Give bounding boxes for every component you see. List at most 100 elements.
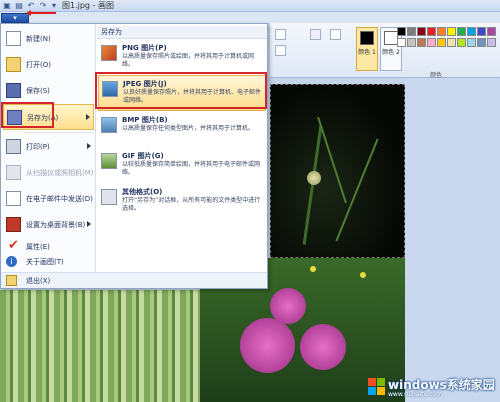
menu-item-label: 退出(X) [26,277,51,285]
orchid-photo [270,84,405,258]
shape-outline-icon[interactable] [275,29,286,40]
menu-separator [23,132,93,133]
palette-swatch[interactable] [397,38,406,47]
format-description: 打开“另存为”对话框，从所有可能的文件类型中进行选择。 [122,197,261,212]
menu-item-label: 属性(E) [26,243,50,251]
desktop-icon [6,217,21,232]
format-description: 以高质量保存任何类型图片，并将其用于计算机。 [122,125,255,132]
png-file-icon [101,45,117,61]
save-as-bmp[interactable]: BMP 图片(B) 以高质量保存任何类型图片，并将其用于计算机。 [98,112,266,148]
palette-swatch[interactable] [427,38,436,47]
paint-app-menu: 新建(N) 打开(O) 保存(S) 另存为(A) 打印(P) 从扫描仪或照相机(… [0,23,268,289]
palette-swatch[interactable] [437,38,446,47]
paint-menu-button[interactable]: ▾ [1,13,29,23]
menu-item-save[interactable]: 保存(S) [3,78,94,104]
menu-item-label: 新建(N) [26,35,51,43]
gif-file-icon [101,153,117,169]
palette-swatch[interactable] [467,27,476,36]
format-description: 以高质量保存照片或绘图，并将其用于计算机或网络。 [122,53,255,68]
purple-flower [270,288,306,324]
format-name: PNG 图片(P) [122,44,167,52]
color1-button[interactable]: 颜色 1 [356,27,378,71]
menu-item-new[interactable]: 新建(N) [3,26,94,52]
menu-item-open[interactable]: 打开(O) [3,52,94,78]
submenu-arrow-icon [87,221,91,227]
palette-swatch[interactable] [447,38,456,47]
palette-swatch[interactable] [417,38,426,47]
shape-fill-icon[interactable] [275,45,286,56]
checkmark-icon: ✔ [8,238,19,253]
menu-item-label: 设置为桌面背景(B) [26,221,86,229]
palette-swatch[interactable] [457,27,466,36]
color1-swatch [360,31,374,45]
menu-item-label: 打印(P) [26,143,50,151]
annotation-arrow-head [26,10,31,16]
palette-swatch[interactable] [457,38,466,47]
bmp-file-icon [101,117,117,133]
menu-item-email[interactable]: 在电子邮件中发送(D) [3,186,94,212]
palette-swatch[interactable] [437,27,446,36]
menu-commands: 新建(N) 打开(O) 保存(S) 另存为(A) 打印(P) 从扫描仪或照相机(… [1,24,96,272]
exit-icon [6,275,17,286]
palette-swatch[interactable] [477,27,486,36]
menu-item-label: 在电子邮件中发送(D) [26,195,93,203]
orchid-leaf [317,116,347,204]
color1-label: 颜色 1 [358,49,376,56]
scanner-icon [6,165,21,180]
palette-swatch[interactable] [407,38,416,47]
ribbon-tab-strip: ▾ [0,12,500,23]
watermark: windows系统家园 www.ruihaitu.com [368,374,500,402]
menu-item-print[interactable]: 打印(P) [3,134,94,160]
save-as-submenu-header: 另存为 [97,26,267,39]
save-as-png[interactable]: PNG 图片(P) 以高质量保存照片或绘图，并将其用于计算机或网络。 [98,40,266,76]
redo-icon[interactable]: ↷ [38,1,48,10]
canvas-margin [405,78,500,402]
purple-flower [240,318,295,373]
menu-item-exit[interactable]: 退出(X) [3,274,94,288]
yellow-flower [310,266,316,272]
save-disk-icon [6,83,21,98]
menu-item-label: 保存(S) [26,87,50,95]
title-bar: ▣ ▤ ↶ ↷ ▾ 图1.jpg - 画图 [0,0,500,12]
palette-swatch[interactable] [397,27,406,36]
open-folder-icon [6,57,21,72]
yellow-flower [360,272,366,278]
palette-swatch[interactable] [487,38,496,47]
format-description: 以较低质量保存简单绘图，并将其用于电子邮件或网络。 [122,161,261,176]
paint-menu-chevron-icon: ▾ [13,14,17,22]
color2-swatch [384,31,398,45]
palette-swatch[interactable] [487,27,496,36]
customize-dropdown-icon[interactable]: ▾ [49,1,59,10]
palette-swatch[interactable] [427,27,436,36]
info-icon: i [6,256,17,267]
window-title: 图1.jpg - 画图 [62,1,114,10]
palette-swatch[interactable] [417,27,426,36]
menu-item-label: 打开(O) [26,61,51,69]
new-file-icon [6,31,21,46]
save-as-other-formats[interactable]: 其他格式(O) 打开“另存为”对话框，从所有可能的文件类型中进行选择。 [98,184,266,220]
annotation-arrow [28,12,56,14]
submenu-arrow-icon [86,114,90,120]
windows-logo-icon [368,378,386,396]
stroke-width-icon[interactable] [330,29,341,40]
email-icon [6,191,21,206]
save-quick-icon[interactable]: ▤ [14,1,24,10]
save-as-gif[interactable]: GIF 图片(G) 以较低质量保存简单绘图，并将其用于电子邮件或网络。 [98,148,266,184]
palette-swatch[interactable] [477,38,486,47]
palette-swatch[interactable] [467,38,476,47]
color-palette [397,27,500,67]
printer-icon [6,139,21,154]
annotation-box-jpeg [95,72,267,109]
line-size-icon[interactable] [310,29,321,40]
undo-icon[interactable]: ↶ [26,1,36,10]
format-name: BMP 图片(B) [122,116,168,124]
orchid-stem [302,125,323,245]
palette-swatch[interactable] [447,27,456,36]
menu-item-about[interactable]: i 关于画图(T) [3,256,94,270]
paint-app-icon: ▣ [3,1,11,10]
format-name: 其他格式(O) [122,188,163,196]
bamboo-photo [0,290,200,402]
palette-swatch[interactable] [407,27,416,36]
menu-item-scanner: 从扫描仪或照相机(M) [3,160,94,186]
orchid-bloom [307,171,321,185]
